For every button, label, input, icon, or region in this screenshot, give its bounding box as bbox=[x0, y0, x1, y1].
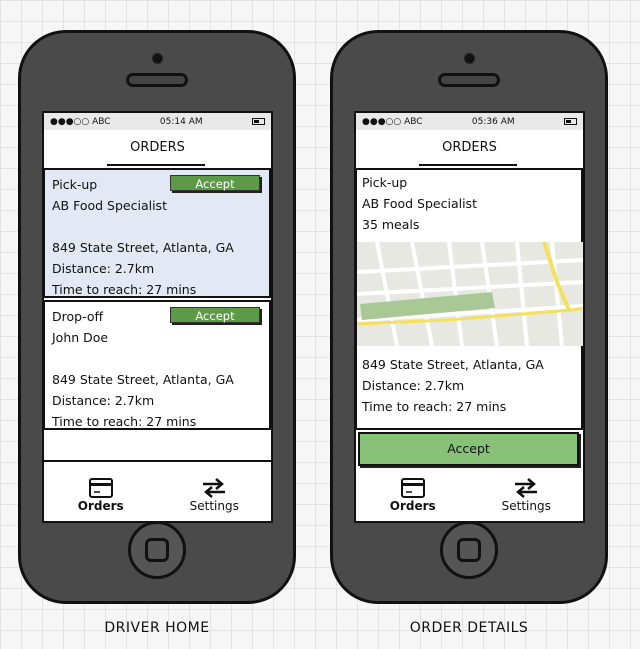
order-type: Pick-up bbox=[362, 175, 408, 190]
home-button-icon bbox=[145, 538, 169, 562]
battery-icon bbox=[563, 118, 577, 125]
status-bar: ●●●○○ ABC 05:14 AM bbox=[44, 113, 271, 130]
tab-orders[interactable]: Orders bbox=[356, 471, 470, 521]
speaker-grille bbox=[438, 73, 500, 87]
speaker-grille bbox=[126, 73, 188, 87]
phone-order-details: ●●●○○ ABC 05:36 AM ORDERS Pick-up AB Foo… bbox=[330, 30, 608, 604]
status-time: 05:36 AM bbox=[471, 116, 515, 127]
signal-carrier: ●●●○○ ABC bbox=[362, 116, 423, 127]
order-time-to-reach: Time to reach: 27 mins bbox=[52, 414, 197, 429]
order-time-to-reach: Time to reach: 27 mins bbox=[362, 399, 507, 414]
tab-settings[interactable]: Settings bbox=[158, 471, 272, 521]
camera-dot bbox=[152, 53, 163, 64]
order-address: 849 State Street, Atlanta, GA bbox=[52, 240, 234, 255]
order-meals: 35 meals bbox=[362, 217, 420, 232]
order-distance: Distance: 2.7km bbox=[362, 378, 465, 393]
order-distance: Distance: 2.7km bbox=[52, 261, 155, 276]
tab-label: Settings bbox=[189, 499, 239, 513]
order-name: John Doe bbox=[52, 330, 109, 345]
home-button[interactable] bbox=[128, 521, 186, 579]
order-name: AB Food Specialist bbox=[52, 198, 167, 213]
card-icon bbox=[356, 477, 470, 499]
tab-label: Orders bbox=[77, 499, 124, 513]
card-icon bbox=[44, 477, 158, 499]
order-time-to-reach: Time to reach: 27 mins bbox=[52, 282, 197, 297]
home-button[interactable] bbox=[440, 521, 498, 579]
home-button-icon bbox=[457, 538, 481, 562]
swap-arrows-icon bbox=[158, 477, 272, 499]
tab-label: Settings bbox=[501, 499, 551, 513]
order-name: AB Food Specialist bbox=[362, 196, 477, 211]
signal-carrier: ●●●○○ ABC bbox=[50, 116, 111, 127]
phone-driver-home: ●●●○○ ABC 05:14 AM ORDERS Pick-up Accept… bbox=[18, 30, 296, 604]
driver-home-screen: ●●●○○ ABC 05:14 AM ORDERS Pick-up Accept… bbox=[42, 111, 273, 523]
status-time: 05:14 AM bbox=[159, 116, 203, 127]
order-distance: Distance: 2.7km bbox=[52, 393, 155, 408]
route-map[interactable] bbox=[356, 241, 583, 347]
battery-icon bbox=[251, 118, 265, 125]
order-details-card: Pick-up AB Food Specialist 35 meals 849 … bbox=[356, 168, 583, 430]
order-card-dropoff[interactable]: Drop-off Accept John Doe 849 State Stree… bbox=[44, 300, 271, 430]
tab-bar: Orders Settings bbox=[356, 471, 583, 521]
order-address: 849 State Street, Atlanta, GA bbox=[52, 372, 234, 387]
accept-button[interactable]: Accept bbox=[170, 175, 260, 191]
accept-button[interactable]: Accept bbox=[170, 307, 260, 323]
camera-dot bbox=[464, 53, 475, 64]
caption-driver-home: DRIVER HOME bbox=[104, 620, 210, 636]
page-title: ORDERS bbox=[356, 130, 583, 168]
caption-order-details: ORDER DETAILS bbox=[409, 620, 529, 636]
swap-arrows-icon bbox=[470, 477, 584, 499]
page-title: ORDERS bbox=[44, 130, 271, 168]
tab-settings[interactable]: Settings bbox=[470, 471, 584, 521]
tab-orders[interactable]: Orders bbox=[44, 471, 158, 521]
order-address: 849 State Street, Atlanta, GA bbox=[362, 357, 544, 372]
order-card-pickup[interactable]: Pick-up Accept AB Food Specialist 849 St… bbox=[44, 168, 271, 298]
status-bar: ●●●○○ ABC 05:36 AM bbox=[356, 113, 583, 130]
tab-label: Orders bbox=[389, 499, 436, 513]
accept-order-button[interactable]: Accept bbox=[358, 432, 579, 466]
order-details-screen: ●●●○○ ABC 05:36 AM ORDERS Pick-up AB Foo… bbox=[354, 111, 585, 523]
tab-bar: Orders Settings bbox=[44, 471, 271, 521]
empty-list-row bbox=[44, 432, 271, 462]
